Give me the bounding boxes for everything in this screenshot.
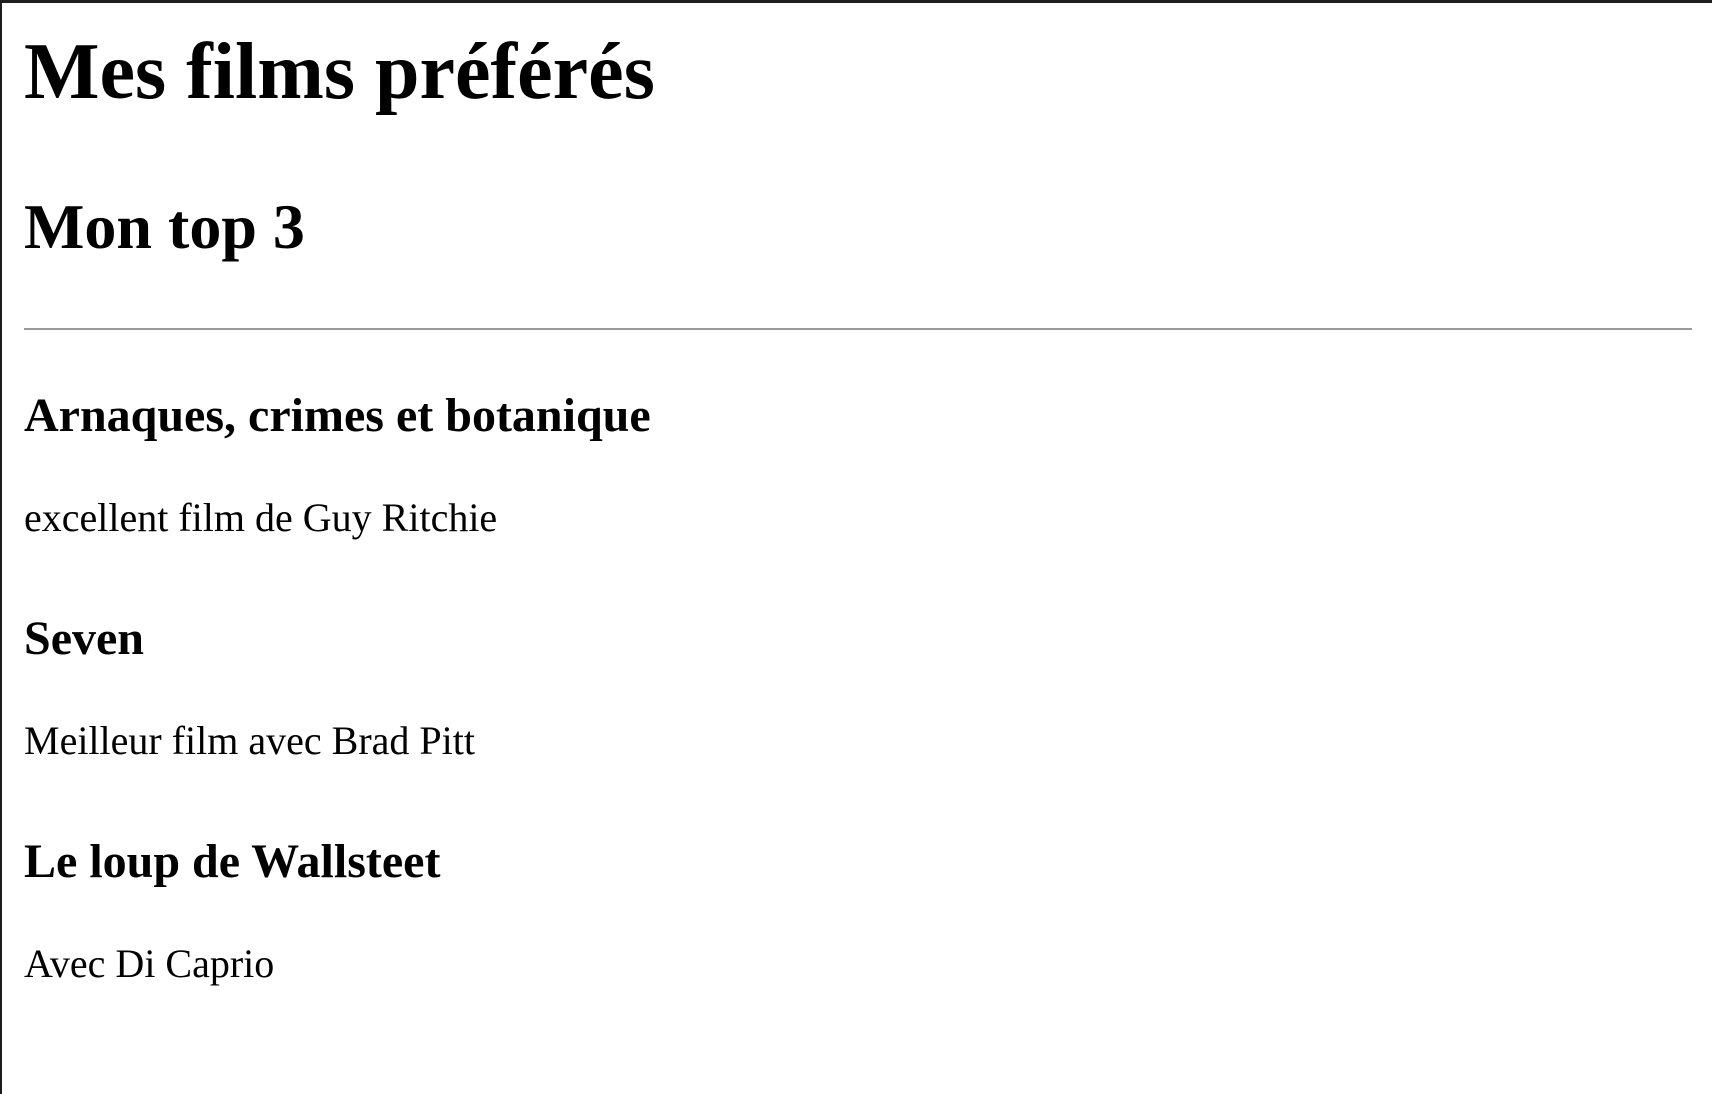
window-frame-top bbox=[0, 0, 1712, 3]
movie-title: Le loup de Wallsteet bbox=[24, 835, 441, 888]
movie-item: Le loup de Wallsteet Avec Di Caprio bbox=[24, 834, 1692, 987]
movie-description: Avec Di Caprio bbox=[24, 941, 275, 987]
movie-item: Seven Meilleur film avec Brad Pitt bbox=[24, 611, 1692, 764]
movie-description: excellent film de Guy Ritchie bbox=[24, 495, 498, 541]
window-frame-left bbox=[0, 0, 2, 1094]
page-title: Mes films préférés bbox=[24, 28, 655, 116]
movie-title: Arnaques, crimes et botanique bbox=[24, 389, 651, 442]
section-title: Mon top 3 bbox=[24, 191, 305, 262]
movie-description: Meilleur film avec Brad Pitt bbox=[24, 718, 475, 764]
horizontal-divider bbox=[24, 328, 1692, 330]
movie-title: Seven bbox=[24, 612, 144, 665]
movie-item: Arnaques, crimes et botanique excellent … bbox=[24, 388, 1692, 541]
